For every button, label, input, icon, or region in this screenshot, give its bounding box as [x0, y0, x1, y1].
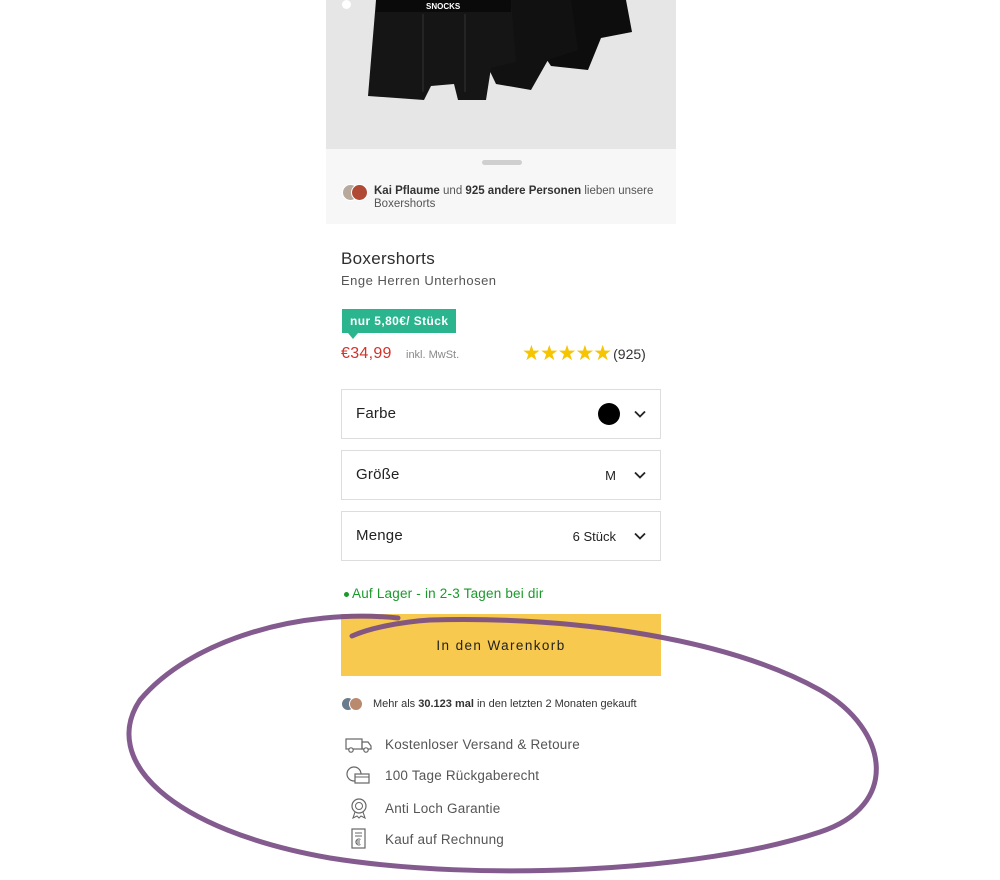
invoice-icon — [351, 828, 366, 849]
feature-label: Anti Loch Garantie — [385, 800, 501, 816]
boxershorts-image: SNOCKS — [368, 0, 632, 100]
size-value: M — [605, 468, 616, 483]
unit-price-badge: nur 5,80€/ Stück — [342, 309, 457, 333]
stock-status: Auf Lager - in 2-3 Tagen bei dir — [352, 586, 544, 601]
social-count: 925 andere Personen — [465, 185, 582, 197]
avatar-group — [341, 697, 367, 711]
quantity-select[interactable]: Menge 6 Stück — [341, 511, 661, 561]
chevron-down-icon — [634, 471, 646, 479]
feature-invoice: Kauf auf Rechnung — [344, 828, 504, 850]
feature-label: 100 Tage Rückgaberecht — [385, 767, 540, 783]
brand-waistband: SNOCKS — [426, 2, 461, 11]
truck-icon — [345, 738, 372, 753]
badge-pointer — [348, 333, 358, 339]
star-rating-icon: ★★★★★ — [522, 342, 612, 365]
color-select[interactable]: Farbe — [341, 389, 661, 439]
quantity-label: Menge — [356, 527, 403, 544]
return-box-icon — [346, 766, 370, 784]
proof-count: 30.123 mal — [418, 698, 474, 710]
color-swatch — [598, 403, 620, 425]
add-to-cart-button[interactable]: In den Warenkorb — [341, 614, 661, 676]
size-label: Größe — [356, 466, 400, 483]
social-proof-text: Kai Pflaume und 925 andere Personen lieb… — [374, 185, 670, 211]
feature-guarantee: Anti Loch Garantie — [344, 797, 500, 819]
size-select[interactable]: Größe M — [341, 450, 661, 500]
feature-returns: 100 Tage Rückgaberecht — [344, 764, 539, 786]
product-image[interactable]: SNOCKS — [326, 0, 676, 149]
proof-prefix: Mehr als — [373, 698, 416, 710]
color-label: Farbe — [356, 405, 397, 422]
stock-dot — [344, 592, 349, 597]
chevron-down-icon — [634, 532, 646, 540]
avatar-group — [342, 184, 368, 201]
product-price: €34,99 — [341, 345, 392, 362]
chevron-down-icon — [634, 410, 646, 418]
product-page: SNOCKS Kai Pflaume und 925 andere Person… — [326, 0, 676, 880]
avatar — [349, 697, 363, 711]
rating-count: (925) — [613, 346, 646, 362]
guarantee-seal-icon — [351, 798, 367, 819]
feature-label: Kauf auf Rechnung — [385, 831, 504, 847]
social-proof-box: Kai Pflaume und 925 andere Personen lieb… — [326, 149, 676, 224]
tax-note: inkl. MwSt. — [406, 349, 460, 361]
quantity-value: 6 Stück — [572, 529, 616, 544]
rating[interactable]: ★★★★★ (925) — [522, 342, 646, 365]
avatar — [351, 184, 368, 201]
social-name: Kai Pflaume — [374, 185, 440, 197]
proof-suffix: in den letzten 2 Monaten gekauft — [476, 698, 637, 710]
feature-label: Kostenloser Versand & Retoure — [385, 736, 580, 752]
purchase-proof: Mehr als 30.123 mal in den letzten 2 Mon… — [341, 697, 637, 711]
feature-shipping: Kostenloser Versand & Retoure — [344, 733, 580, 755]
drag-handle[interactable] — [482, 160, 522, 165]
product-subtitle: Enge Herren Unterhosen — [341, 273, 497, 288]
social-connector: und — [443, 185, 463, 197]
product-title: Boxershorts — [341, 249, 436, 268]
